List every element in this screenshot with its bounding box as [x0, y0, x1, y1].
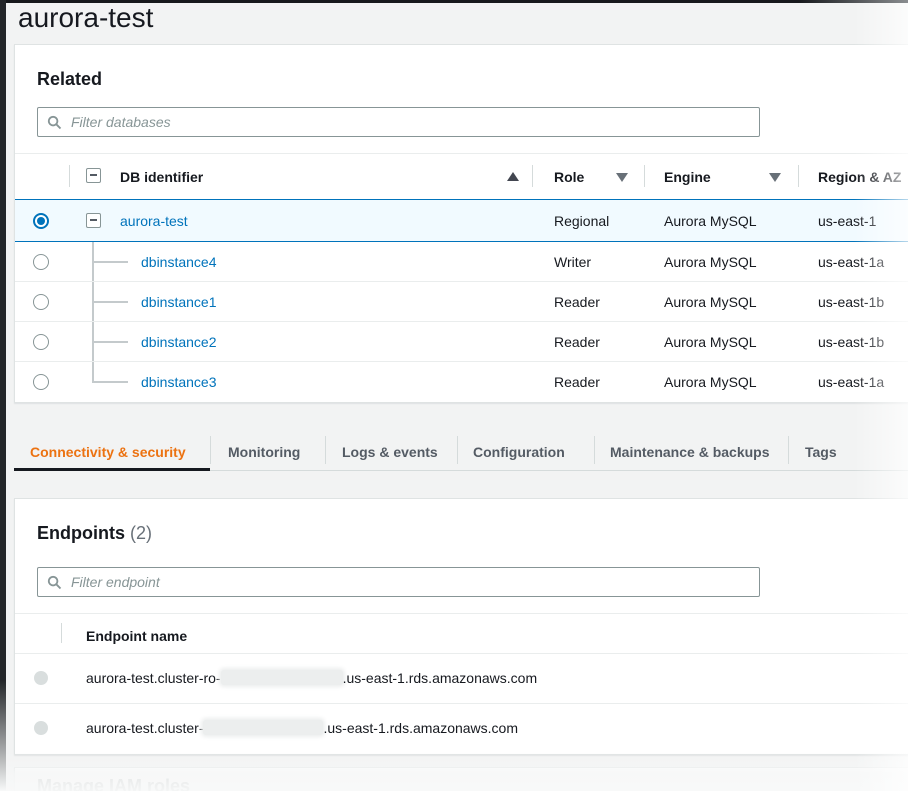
- table-row[interactable]: aurora-test Regional Aurora MySQL us-eas…: [15, 199, 908, 242]
- table-row[interactable]: dbinstance2 Reader Aurora MySQL us-east-…: [15, 322, 908, 362]
- engine-cell: Aurora MySQL: [664, 294, 757, 310]
- table-row[interactable]: dbinstance1 Reader Aurora MySQL us-east-…: [15, 282, 908, 322]
- db-identifier-link[interactable]: dbinstance3: [141, 374, 217, 390]
- endpoint-name-suffix: .us-east-1.rds.amazonaws.com: [343, 670, 538, 686]
- filter-databases-input[interactable]: [69, 113, 759, 131]
- active-tab-indicator: [14, 468, 210, 471]
- endpoint-row[interactable]: aurora-test.cluster- .us-east-1.rds.amazo…: [15, 703, 908, 753]
- engine-cell: Aurora MySQL: [664, 254, 757, 270]
- tab-divider: [210, 436, 211, 464]
- filter-dropdown-icon[interactable]: [769, 173, 781, 182]
- related-panel: Related DB identifier Role Engine Region…: [14, 44, 908, 403]
- role-cell: Reader: [554, 294, 600, 310]
- tab-divider: [788, 436, 789, 464]
- column-header-region-az[interactable]: Region & AZ: [818, 169, 901, 185]
- endpoints-count: (2): [130, 523, 152, 543]
- endpoint-name-prefix: aurora-test.cluster-ro-: [86, 670, 221, 686]
- table-top-divider: [15, 613, 908, 614]
- engine-cell: Aurora MySQL: [664, 213, 757, 229]
- rds-console-page: aurora-test Related DB identifier Role E…: [0, 0, 908, 791]
- tab-maintenance-backups[interactable]: Maintenance & backups: [610, 444, 770, 460]
- endpoints-heading: Endpoints (2): [37, 523, 152, 544]
- tab-divider: [325, 436, 326, 464]
- filter-dropdown-icon[interactable]: [616, 173, 628, 182]
- column-divider: [69, 165, 70, 187]
- row-radio[interactable]: [33, 374, 49, 390]
- left-window-edge: [0, 0, 6, 791]
- column-divider: [798, 165, 799, 187]
- redacted-text: [221, 670, 343, 685]
- tab-tags[interactable]: Tags: [805, 444, 837, 460]
- endpoint-name-suffix: .us-east-1.rds.amazonaws.com: [323, 720, 518, 736]
- endpoint-name-prefix: aurora-test.cluster-: [86, 720, 203, 736]
- region-cell: us-east-1a: [818, 254, 884, 270]
- role-cell: Regional: [554, 213, 609, 229]
- endpoint-radio[interactable]: [34, 721, 48, 735]
- tab-logs-events[interactable]: Logs & events: [342, 444, 438, 460]
- db-identifier-link[interactable]: dbinstance4: [141, 254, 217, 270]
- filter-endpoint-box: [37, 567, 760, 597]
- engine-cell: Aurora MySQL: [664, 334, 757, 350]
- column-divider: [644, 165, 645, 187]
- column-header-engine[interactable]: Engine: [664, 169, 711, 185]
- row-radio[interactable]: [33, 294, 49, 310]
- row-radio[interactable]: [33, 254, 49, 270]
- filter-databases-box: [37, 107, 760, 137]
- row-radio-selected[interactable]: [33, 213, 49, 229]
- top-window-edge: [0, 0, 908, 3]
- collapse-row-icon[interactable]: [86, 213, 101, 228]
- endpoint-name: aurora-test.cluster- .us-east-1.rds.amazo…: [86, 720, 518, 736]
- region-cell: us-east-1: [818, 213, 876, 229]
- search-icon: [47, 115, 62, 130]
- tab-divider: [594, 436, 595, 464]
- filter-endpoint-input[interactable]: [69, 573, 759, 591]
- detail-tabs: Connectivity & security Monitoring Logs …: [0, 428, 908, 474]
- tab-monitoring[interactable]: Monitoring: [228, 444, 300, 460]
- role-cell: Writer: [554, 254, 591, 270]
- redacted-text: [203, 720, 323, 735]
- table-row[interactable]: dbinstance4 Writer Aurora MySQL us-east-…: [15, 242, 908, 282]
- endpoints-heading-text: Endpoints: [37, 523, 125, 543]
- manage-iam-roles-panel: Manage IAM roles: [14, 767, 908, 791]
- column-divider: [532, 165, 533, 187]
- related-heading: Related: [37, 69, 102, 90]
- engine-cell: Aurora MySQL: [664, 374, 757, 390]
- region-cell: us-east-1b: [818, 334, 884, 350]
- related-table-header: DB identifier Role Engine Region & AZ: [15, 154, 908, 199]
- endpoint-row[interactable]: aurora-test.cluster-ro- .us-east-1.rds.am…: [15, 653, 908, 704]
- role-cell: Reader: [554, 334, 600, 350]
- manage-iam-roles-heading: Manage IAM roles: [37, 776, 190, 791]
- tab-divider: [457, 436, 458, 464]
- tab-connectivity-security[interactable]: Connectivity & security: [30, 444, 186, 460]
- role-cell: Reader: [554, 374, 600, 390]
- table-row[interactable]: dbinstance3 Reader Aurora MySQL us-east-…: [15, 362, 908, 402]
- row-radio[interactable]: [33, 334, 49, 350]
- tab-configuration[interactable]: Configuration: [473, 444, 565, 460]
- db-identifier-link[interactable]: dbinstance1: [141, 294, 217, 310]
- column-header-db-identifier[interactable]: DB identifier: [120, 169, 203, 185]
- collapse-all-icon[interactable]: [86, 168, 101, 183]
- page-title: aurora-test: [18, 2, 153, 34]
- region-cell: us-east-1b: [818, 294, 884, 310]
- sort-ascending-icon[interactable]: [507, 172, 519, 181]
- endpoint-name: aurora-test.cluster-ro- .us-east-1.rds.am…: [86, 670, 537, 686]
- search-icon: [47, 575, 62, 590]
- db-identifier-link[interactable]: aurora-test: [120, 213, 188, 229]
- column-header-endpoint-name: Endpoint name: [86, 628, 187, 644]
- endpoints-panel: Endpoints (2) Endpoint name aurora-test.…: [14, 498, 908, 755]
- region-cell: us-east-1a: [818, 374, 884, 390]
- column-divider: [61, 623, 62, 643]
- endpoint-radio[interactable]: [34, 671, 48, 685]
- db-identifier-link[interactable]: dbinstance2: [141, 334, 217, 350]
- column-header-role[interactable]: Role: [554, 169, 584, 185]
